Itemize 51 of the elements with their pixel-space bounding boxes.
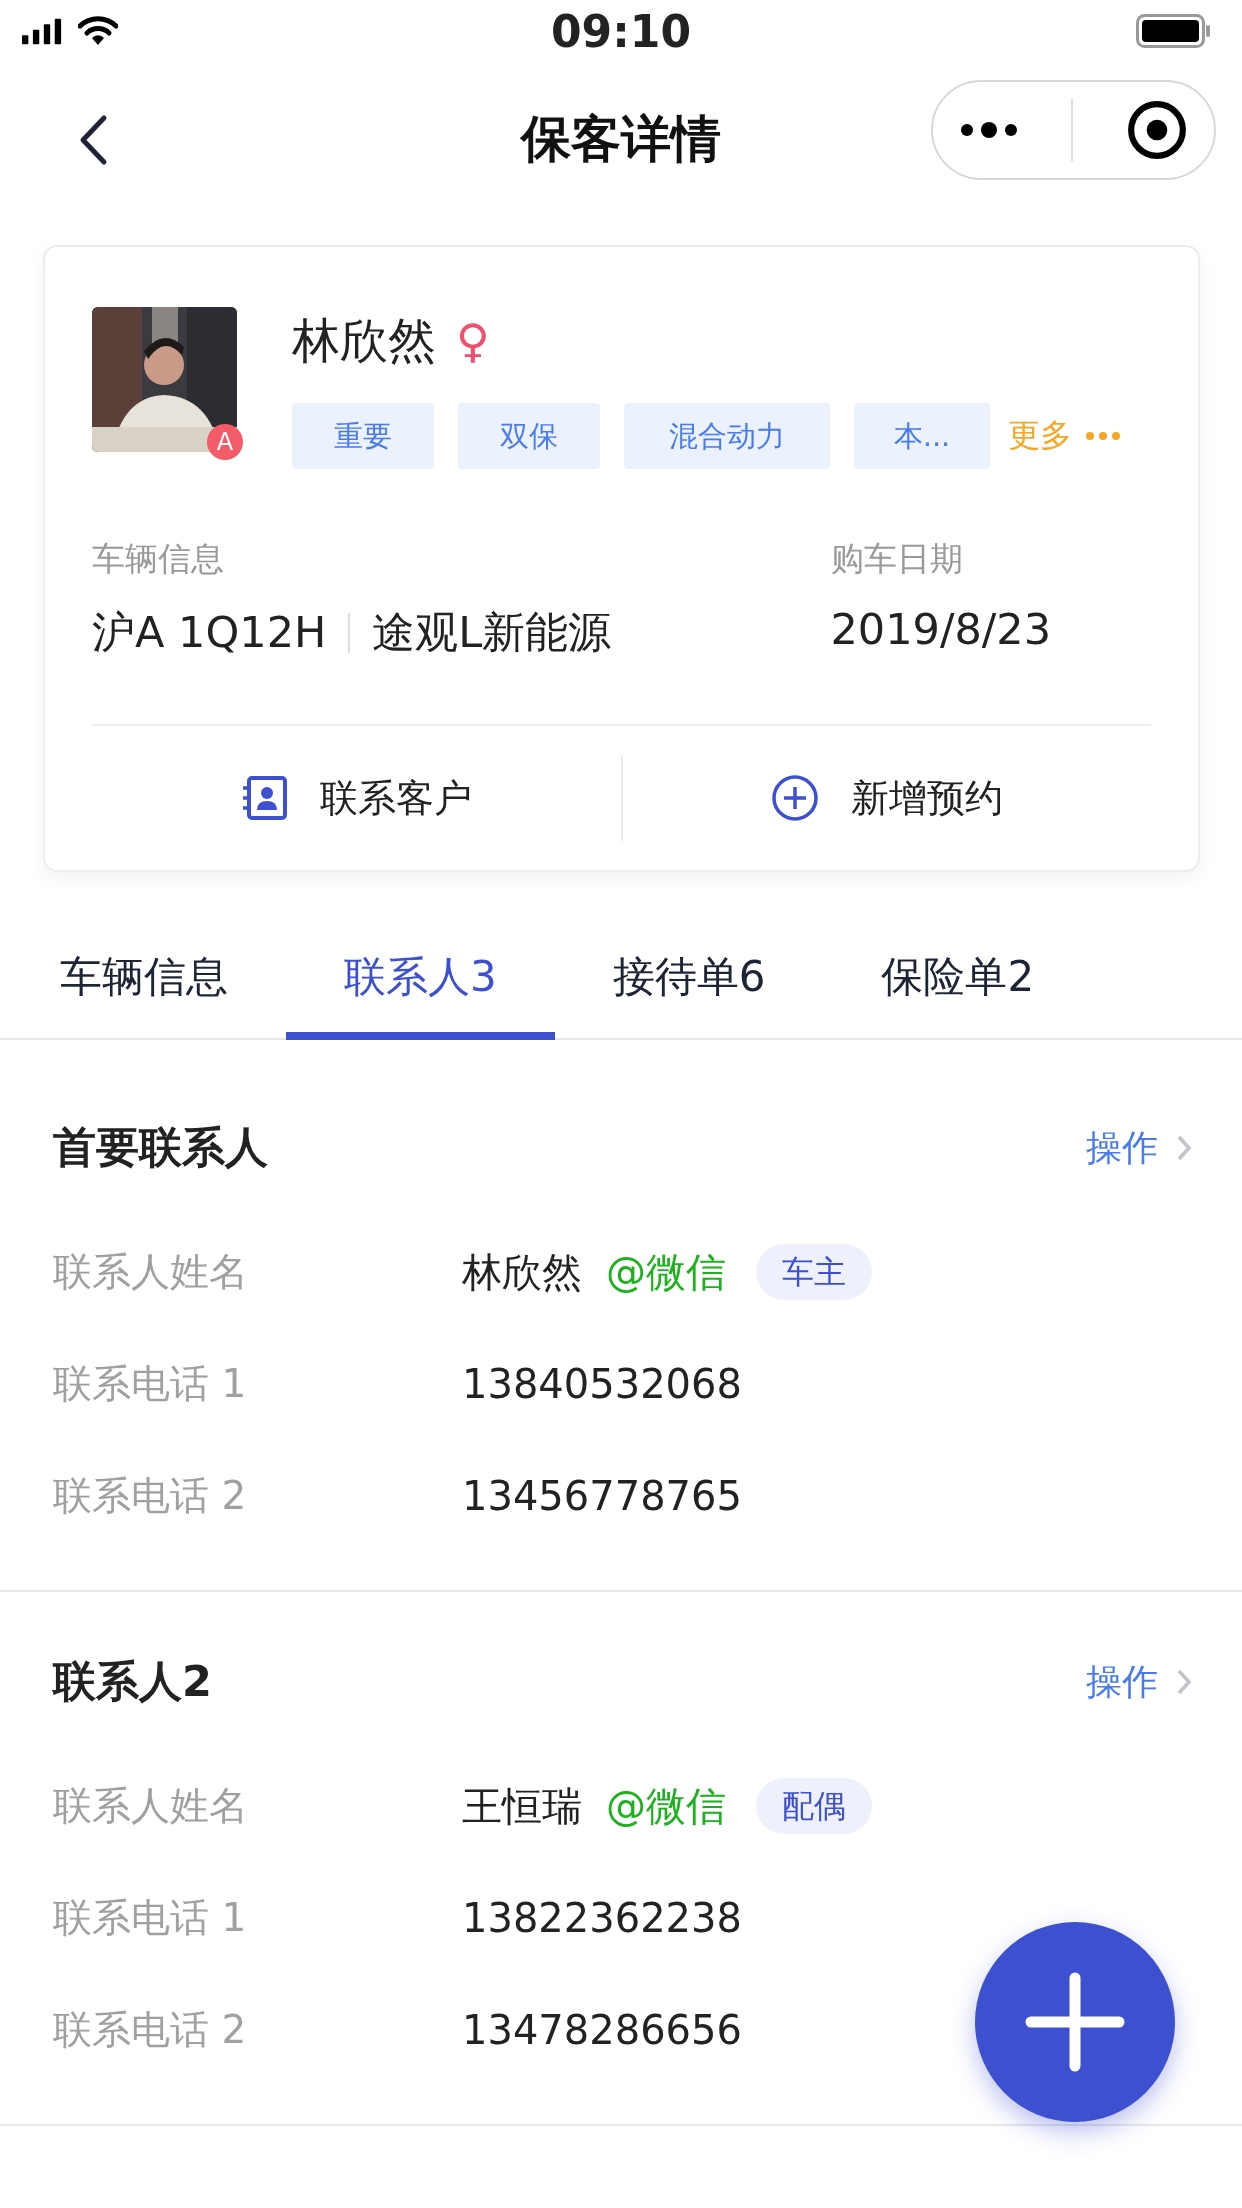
wifi-icon [78, 16, 118, 46]
field-value: 13456778765 [462, 1473, 742, 1519]
section-title: 联系人2 [53, 1655, 212, 1708]
role-tag: 车主 [756, 1244, 872, 1300]
plate-number: 沪A 1Q12H [92, 606, 327, 659]
operate-link[interactable]: 操作 [1086, 1657, 1192, 1707]
field-label: 联系电话 2 [53, 1472, 248, 1520]
field-label: 联系电话 1 [53, 1894, 248, 1942]
contact-customer-button[interactable]: 联系客户 [92, 772, 621, 824]
wechat-label: @微信 [606, 1247, 726, 1297]
customer-tag: 混合动力 [624, 403, 830, 469]
info-label: 车辆信息 [92, 538, 225, 580]
field-value: 王恒瑞 [462, 1781, 582, 1831]
field-label: 联系电话 2 [53, 2006, 248, 2054]
section-title: 首要联系人 [53, 1121, 268, 1174]
more-icon[interactable] [959, 120, 1020, 140]
wechat-label: @微信 [606, 1781, 726, 1831]
status-time: 09:10 [549, 6, 693, 57]
field-label: 联系电话 1 [53, 1360, 248, 1408]
field-label: 联系人姓名 [53, 1248, 249, 1296]
customer-tag: 本... [854, 403, 990, 469]
more-dots-icon[interactable] [1086, 432, 1120, 440]
field-value: 13840532068 [462, 1361, 742, 1407]
field-value: 13822362238 [462, 1895, 742, 1941]
back-icon[interactable] [78, 114, 108, 166]
customer-tag: 双保 [458, 403, 600, 469]
operate-link[interactable]: 操作 [1086, 1123, 1192, 1173]
customer-name: 林欣然 [292, 311, 436, 370]
tab[interactable]: 接待单6 [554, 920, 824, 1040]
field-value: 林欣然 [462, 1247, 582, 1297]
car-model: 途观L新能源 [372, 606, 612, 659]
battery-icon [1136, 14, 1212, 48]
tab[interactable]: 保险单2 [823, 920, 1035, 1040]
plus-icon [1025, 1972, 1125, 2072]
purchase-date: 2019/8/23 [830, 604, 1051, 654]
chevron-right-icon [1176, 1668, 1192, 1696]
info-label: 购车日期 [830, 538, 964, 580]
tab[interactable]: 车辆信息 [2, 920, 286, 1040]
add-circle-icon [770, 774, 819, 822]
page-title: 保客详情 [521, 108, 721, 170]
contact-card-icon [240, 774, 289, 822]
field-value: 13478286656 [462, 2007, 742, 2053]
field-label: 联系人姓名 [53, 1782, 249, 1830]
chevron-right-icon [1176, 1134, 1192, 1162]
role-tag: 配偶 [756, 1778, 872, 1834]
gender-symbol: ♀ [456, 314, 490, 368]
add-appointment-button[interactable]: 新增预约 [622, 772, 1151, 824]
signal-icon [22, 18, 62, 45]
tab[interactable]: 联系人3 [286, 920, 555, 1040]
avatar-badge: A [207, 424, 243, 460]
customer-tag: 重要 [292, 403, 434, 469]
